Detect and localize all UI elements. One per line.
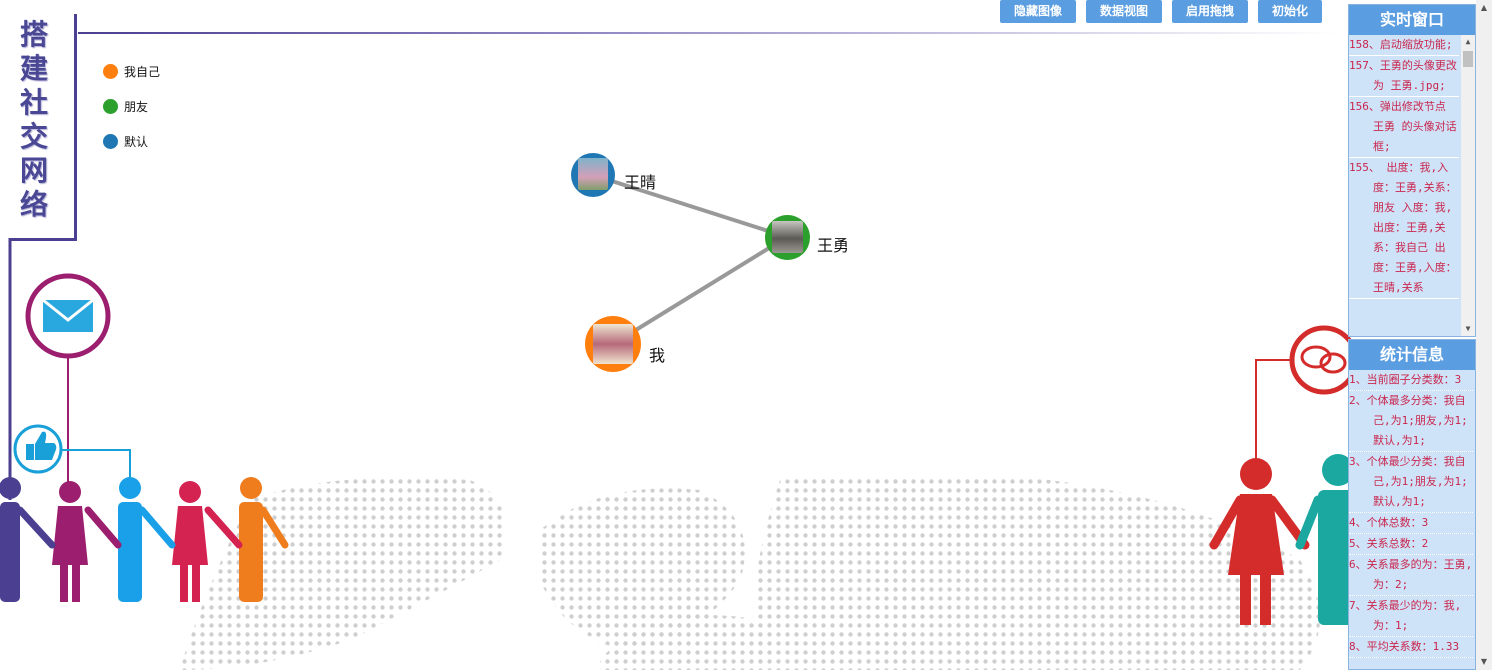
data-view-button[interactable]: 数据视图: [1085, 0, 1162, 23]
stat-entry: 8、平均关系数：1.33: [1349, 637, 1473, 658]
stats-title: 统计信息: [1349, 340, 1475, 370]
left-decoration: [0, 238, 289, 602]
avatar: [593, 324, 633, 364]
scroll-up-icon[interactable]: ▲: [1461, 35, 1475, 49]
avatar: [772, 221, 803, 253]
scroll-down-icon[interactable]: ▼: [1461, 322, 1475, 336]
stat-entry: 6、关系最多的为：王勇,为：2;: [1349, 555, 1473, 596]
stat-entry: 3、个体最少分类：我自己,为1;朋友,为1;默认,为1;: [1349, 452, 1473, 513]
page-scroll-up-icon[interactable]: ▲: [1476, 0, 1492, 16]
stats-list: 1、当前圈子分类数：3 2、个体最多分类：我自己,为1;朋友,为1;默认,为1;…: [1349, 370, 1475, 669]
realtime-log[interactable]: 158、启动缩放功能; 157、王勇的头像更改为 王勇.jpg; 156、弹出修…: [1349, 35, 1475, 336]
stat-entry: 4、个体总数：3: [1349, 513, 1473, 534]
stat-entry: 5、关系总数：2: [1349, 534, 1473, 555]
stat-entry: 2、个体最多分类：我自己,为1;朋友,为1;默认,为1;: [1349, 391, 1473, 452]
hide-image-button[interactable]: 隐藏图像: [999, 0, 1076, 23]
page-scroll-down-icon[interactable]: ▼: [1476, 654, 1492, 670]
realtime-panel: 实时窗口 158、启动缩放功能; 157、王勇的头像更改为 王勇.jpg; 15…: [1348, 4, 1476, 337]
log-entry: 156、弹出修改节点 王勇 的头像对话框;: [1349, 97, 1459, 158]
realtime-title: 实时窗口: [1349, 5, 1475, 35]
page-scrollbar[interactable]: ▲ ▼: [1476, 0, 1492, 670]
stat-entry: 1、当前圈子分类数：3: [1349, 370, 1473, 391]
stats-panel: 统计信息 1、当前圈子分类数：3 2、个体最多分类：我自己,为1;朋友,为1;默…: [1348, 339, 1476, 670]
node-label: 王晴: [624, 173, 657, 192]
log-entry: 158、启动缩放功能;: [1349, 35, 1459, 56]
avatar: [578, 158, 608, 190]
log-entry: 155、 出度：我,入度：王勇,关系：朋友 入度：我,出度：王勇,关系：我自己 …: [1349, 158, 1459, 299]
node-label: 王勇: [817, 236, 850, 255]
realtime-scrollbar[interactable]: ▲ ▼: [1461, 35, 1475, 336]
scroll-thumb[interactable]: [1463, 51, 1473, 67]
log-entry: 157、王勇的头像更改为 王勇.jpg;: [1349, 56, 1459, 97]
people-figures: [0, 477, 289, 602]
node-label: 我: [649, 346, 666, 365]
stat-entry: 7、关系最少的为：我,为：1;: [1349, 596, 1473, 637]
